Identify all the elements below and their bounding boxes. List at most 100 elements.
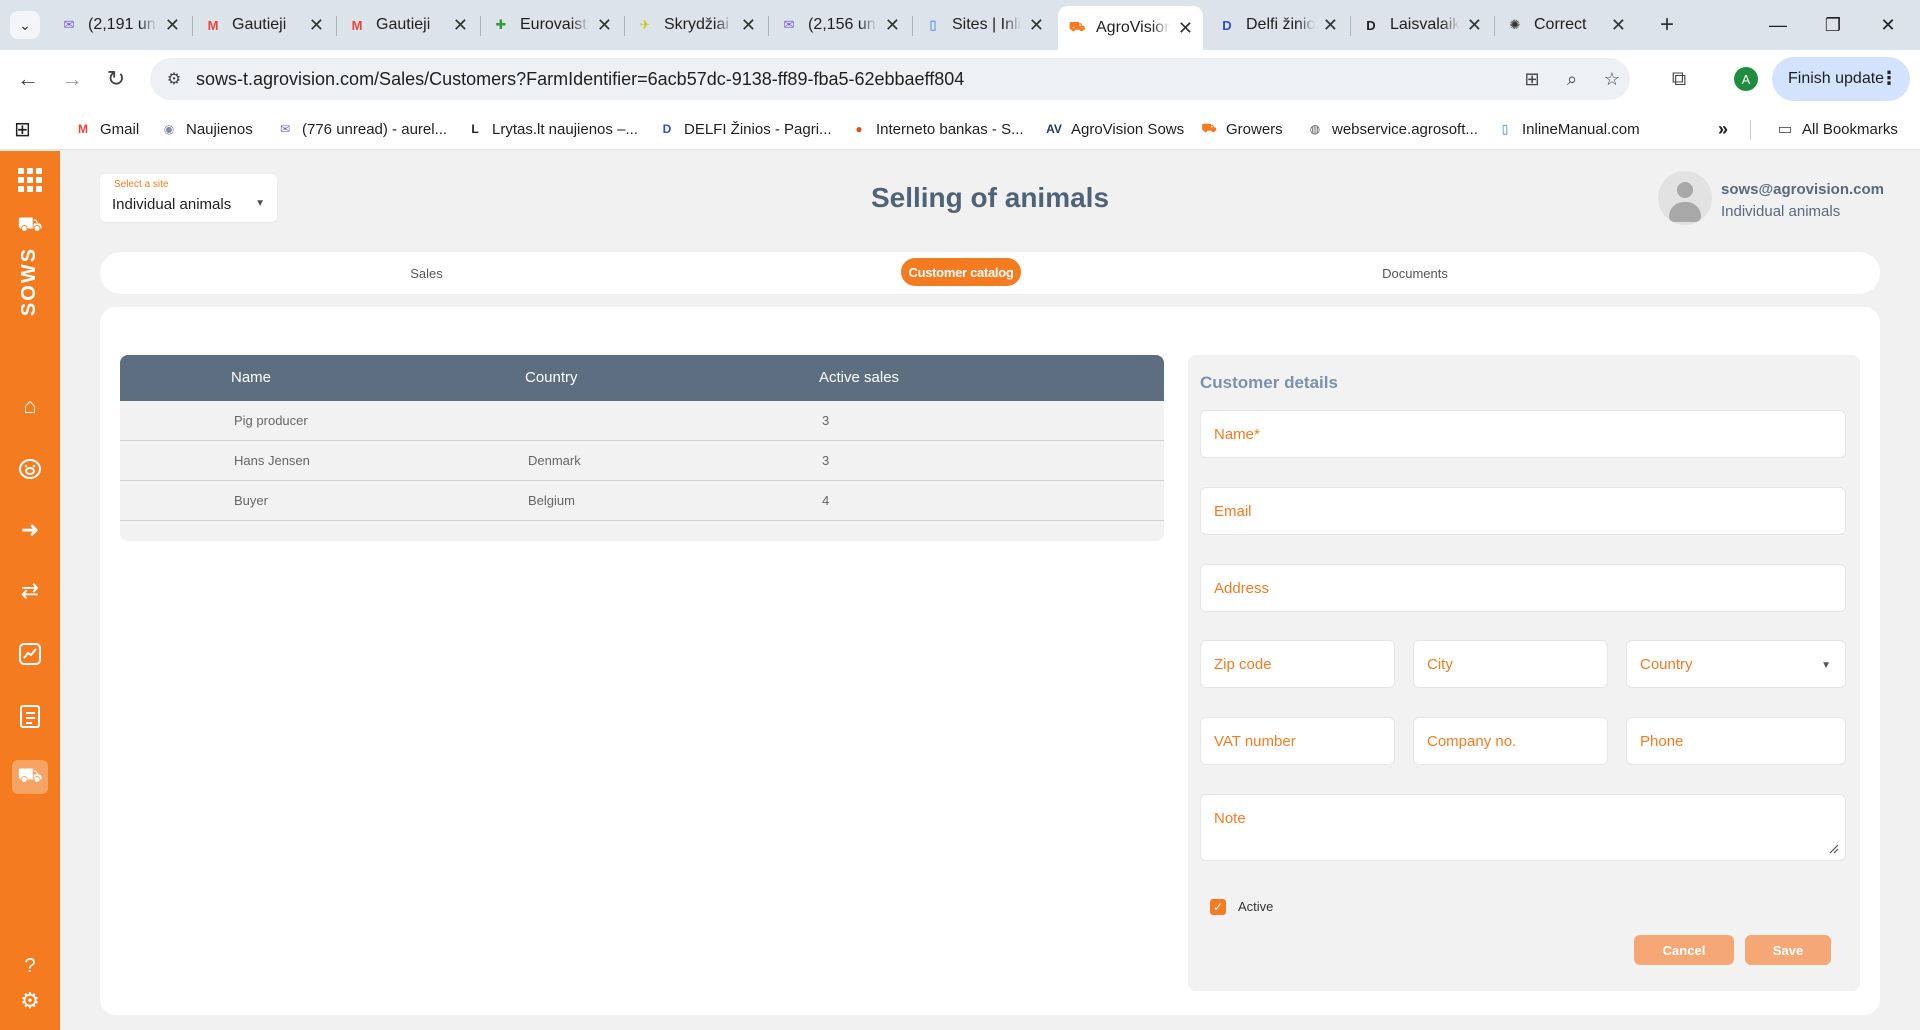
- reports-chart-icon[interactable]: [15, 639, 45, 669]
- more-menu-icon[interactable]: ⋮: [1880, 68, 1898, 89]
- close-window-button[interactable]: ✕: [1865, 8, 1911, 42]
- browser-tab[interactable]: D Delfi žinios ✕: [1208, 6, 1348, 44]
- bookmark-item[interactable]: ◍ webservice.agrosoft...: [1306, 118, 1478, 140]
- cancel-button[interactable]: Cancel: [1634, 935, 1734, 965]
- browser-tab[interactable]: ▯ Sites | InlineManual ✕: [914, 6, 1054, 44]
- tab-documents[interactable]: Documents: [1285, 252, 1545, 294]
- url-text[interactable]: sows-t.agrovision.com/Sales/Customers?Fa…: [196, 69, 964, 90]
- sows-logo: SOWS: [18, 246, 41, 316]
- table-row[interactable]: Hans Jensen Denmark 3: [120, 441, 1164, 481]
- transfer-arrows-icon[interactable]: ⇄: [15, 576, 45, 606]
- bookmark-item[interactable]: ● Interneto bankas - S...: [850, 118, 1023, 140]
- site-info-icon[interactable]: ⚙: [162, 68, 186, 90]
- user-avatar-icon[interactable]: [1658, 171, 1712, 225]
- save-button[interactable]: Save: [1745, 935, 1831, 965]
- close-tab-icon[interactable]: ✕: [165, 15, 180, 36]
- all-bookmarks-button[interactable]: ▭ All Bookmarks: [1776, 118, 1897, 140]
- vat-number-field[interactable]: VAT number: [1200, 717, 1395, 765]
- forward-button[interactable]: →: [56, 63, 88, 95]
- bookmark-item[interactable]: ◉ Naujienos: [160, 118, 253, 140]
- bookmark-item[interactable]: ▯ InlineManual.com: [1496, 118, 1640, 140]
- gmail-icon: M: [78, 122, 88, 136]
- table-row[interactable]: Pig producer 3: [120, 401, 1164, 441]
- apps-grid-icon[interactable]: ⊞: [14, 118, 31, 141]
- reload-button[interactable]: ↻: [100, 63, 132, 95]
- tab-customer-catalog[interactable]: Customer catalog: [901, 258, 1021, 286]
- city-field[interactable]: City: [1413, 640, 1608, 688]
- address-field[interactable]: Address: [1200, 564, 1846, 612]
- exit-arrow-icon[interactable]: ➜: [15, 515, 45, 545]
- close-tab-icon[interactable]: ✕: [885, 15, 900, 36]
- minimize-window-button[interactable]: —: [1755, 8, 1801, 42]
- table-row[interactable]: Buyer Belgium 4: [120, 481, 1164, 521]
- home-icon[interactable]: ⌂: [15, 391, 45, 421]
- back-button[interactable]: ←: [12, 63, 44, 95]
- translate-icon[interactable]: ⊞: [1520, 67, 1544, 91]
- bookmark-item[interactable]: M Gmail: [74, 118, 139, 140]
- browser-tab[interactable]: ✺ Correct ✕: [1496, 6, 1636, 44]
- close-tab-icon[interactable]: ✕: [309, 15, 324, 36]
- restore-window-button[interactable]: ❐: [1810, 8, 1856, 42]
- browser-tab[interactable]: ⛟ AgroVision ✕: [1058, 6, 1203, 50]
- close-tab-icon[interactable]: ✕: [1611, 15, 1626, 36]
- close-tab-icon[interactable]: ✕: [741, 15, 756, 36]
- address-bar[interactable]: ⚙ sows-t.agrovision.com/Sales/Customers?…: [150, 58, 1630, 100]
- browser-tab[interactable]: M Gautieji ✕: [338, 6, 478, 44]
- bookmark-item[interactable]: D DELFI Žinios - Pagri...: [658, 118, 832, 140]
- table-header: Name Country Active sales: [120, 355, 1164, 401]
- close-tab-icon[interactable]: ✕: [453, 15, 468, 36]
- customer-details-title: Customer details: [1200, 373, 1338, 392]
- more-bookmarks-icon[interactable]: »: [1718, 118, 1728, 140]
- bookmark-item[interactable]: L Lrytas.lt naujienos –...: [466, 118, 638, 140]
- tab-title: Laisvalaikis: [1390, 16, 1459, 33]
- new-tab-button[interactable]: +: [1652, 10, 1682, 40]
- settings-gear-icon[interactable]: ⚙: [15, 986, 45, 1016]
- finish-update-button[interactable]: Finish update ⋮: [1772, 57, 1910, 101]
- column-header-country[interactable]: Country: [525, 369, 578, 386]
- profile-avatar[interactable]: A: [1734, 67, 1758, 91]
- user-profile[interactable]: sows@agrovision.com Individual animals: [1658, 171, 1908, 227]
- browser-tab[interactable]: M Gautieji ✕: [194, 6, 334, 44]
- phone-field[interactable]: Phone: [1626, 717, 1846, 765]
- chevron-down-icon[interactable]: ▼: [1821, 660, 1831, 671]
- note-textarea[interactable]: Note: [1200, 794, 1846, 861]
- bookmark-item[interactable]: ⛟ Growers: [1200, 118, 1282, 140]
- browser-tab[interactable]: ✉ (2,156 unread) ✕: [770, 6, 910, 44]
- close-tab-icon[interactable]: ✕: [1178, 18, 1193, 39]
- zoom-icon[interactable]: ⌕: [1560, 67, 1584, 91]
- checklist-icon[interactable]: [15, 701, 45, 731]
- bookmark-star-icon[interactable]: ☆: [1600, 67, 1624, 91]
- zip-code-field[interactable]: Zip code: [1200, 640, 1395, 688]
- page-title: Selling of animals: [870, 182, 1110, 213]
- column-header-name[interactable]: Name: [231, 369, 271, 386]
- app-content: Select a site Individual animals ▼ Selli…: [60, 151, 1920, 1030]
- close-tab-icon[interactable]: ✕: [1467, 15, 1482, 36]
- pig-icon[interactable]: [15, 453, 45, 483]
- browser-tab[interactable]: D Laisvalaikis ✕: [1352, 6, 1492, 44]
- email-field[interactable]: Email: [1200, 487, 1846, 535]
- country-placeholder: Country: [1640, 656, 1693, 673]
- tab-sales[interactable]: Sales: [100, 252, 753, 294]
- apps-menu-icon[interactable]: [15, 165, 45, 195]
- extensions-icon[interactable]: ⧉: [1664, 64, 1694, 94]
- browser-tab[interactable]: ✚ Eurovaistinė ✕: [482, 6, 622, 44]
- active-checkbox[interactable]: ✓: [1210, 899, 1226, 915]
- browser-tab[interactable]: ✉ (2,191 unread) ✕: [50, 6, 190, 44]
- bookmark-item[interactable]: ✉ (776 unread) - aurel...: [276, 118, 447, 140]
- company-no-field[interactable]: Company no.: [1413, 717, 1608, 765]
- bookmark-item[interactable]: AV AgroVision Sows: [1045, 118, 1184, 140]
- tab-search-button[interactable]: ⌄: [10, 11, 40, 39]
- country-select[interactable]: Country ▼: [1626, 640, 1846, 688]
- tab-separator: [624, 16, 625, 36]
- tab-title: Skrydžiai: [664, 16, 729, 33]
- browser-tab[interactable]: ✈ Skrydžiai ✕: [626, 6, 766, 44]
- close-tab-icon[interactable]: ✕: [597, 15, 612, 36]
- close-tab-icon[interactable]: ✕: [1323, 15, 1338, 36]
- gmail-icon: M: [351, 17, 363, 33]
- selling-truck-icon[interactable]: ⛟: [12, 760, 48, 794]
- help-icon[interactable]: ?: [15, 951, 45, 981]
- column-header-active-sales[interactable]: Active sales: [819, 369, 899, 386]
- close-tab-icon[interactable]: ✕: [1029, 15, 1044, 36]
- name-field[interactable]: Name*: [1200, 410, 1846, 458]
- resize-handle-icon[interactable]: [1829, 844, 1839, 854]
